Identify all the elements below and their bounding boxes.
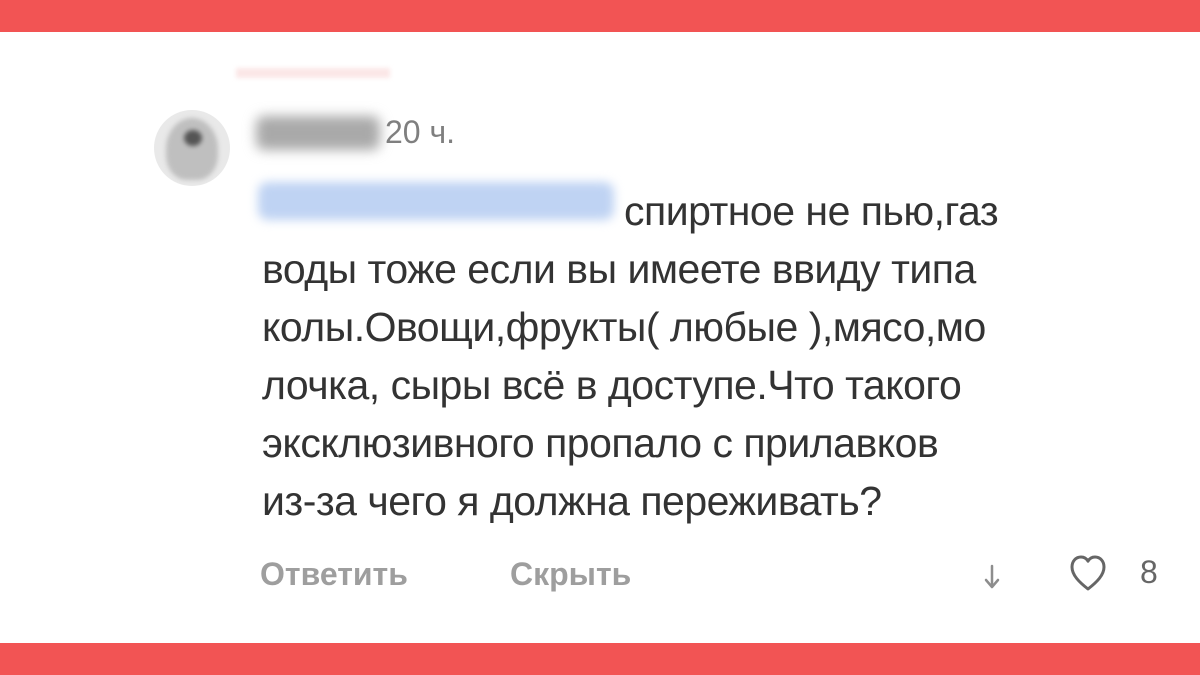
reply-button[interactable]: Ответить [260,554,408,594]
comment-card: 20 ч. спиртное не пью,газ воды тоже если… [0,32,1200,643]
avatar-image [166,118,218,180]
comment-text: спиртное не пью,газ воды тоже если вы им… [262,182,1176,530]
heart-icon[interactable] [1068,554,1108,594]
hide-button[interactable]: Скрыть [510,554,631,594]
comment-line: из-за чего я должна переживать? [262,478,882,524]
comment-line: лочка, сыры всё в доступе.Что такого [262,362,962,408]
like-count: 8 [1140,554,1158,590]
top-frame-bar [0,0,1200,32]
bottom-frame-bar [0,643,1200,675]
comment-time: 20 ч. [385,114,456,150]
blurred-highlight [236,68,390,78]
blurred-username[interactable] [256,116,380,150]
avatar[interactable] [154,110,230,186]
comment-line: эксклюзивного пропало с прилавков [262,420,939,466]
comment-line: спиртное не пью,газ [624,188,999,234]
comment-line: колы.Овощи,фрукты( любые ),мясо,мо [262,304,986,350]
comment-line: воды тоже если вы имеете ввиду типа [262,246,976,292]
down-arrow-icon[interactable] [983,564,1001,590]
